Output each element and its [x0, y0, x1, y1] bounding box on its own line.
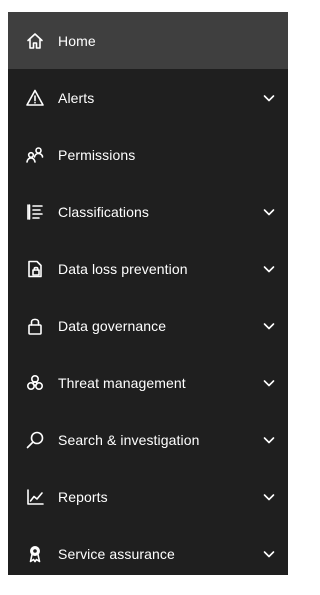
- document-lock-icon: [24, 258, 46, 280]
- nav-item-label: Home: [58, 32, 96, 49]
- nav-item-search-investigation[interactable]: Search & investigation: [8, 411, 288, 468]
- nav-item-label: Classifications: [58, 203, 149, 220]
- nav-item-permissions[interactable]: Permissions: [8, 126, 288, 183]
- lock-icon: [24, 315, 46, 337]
- nav-item-label: Alerts: [58, 89, 95, 106]
- chevron-down-icon[interactable]: [262, 319, 276, 333]
- nav-item-data-loss-prevention[interactable]: Data loss prevention: [8, 240, 288, 297]
- ribbon-icon: [24, 543, 46, 565]
- nav-item-label: Service assurance: [58, 545, 175, 562]
- nav-item-label: Reports: [58, 488, 108, 505]
- nav-item-threat-management[interactable]: Threat management: [8, 354, 288, 411]
- search-icon: [24, 429, 46, 451]
- nav-item-reports[interactable]: Reports: [8, 468, 288, 525]
- people-icon: [24, 144, 46, 166]
- biohazard-icon: [24, 372, 46, 394]
- nav-item-home[interactable]: Home: [8, 12, 288, 69]
- chart-icon: [24, 486, 46, 508]
- chevron-down-icon[interactable]: [262, 490, 276, 504]
- home-icon: [24, 30, 46, 52]
- nav-item-label: Threat management: [58, 374, 186, 391]
- nav-item-label: Search & investigation: [58, 431, 200, 448]
- left-navigation: Home Alerts Permissions Classifications …: [8, 12, 288, 575]
- nav-item-label: Data loss prevention: [58, 260, 188, 277]
- list-icon: [24, 201, 46, 223]
- nav-item-classifications[interactable]: Classifications: [8, 183, 288, 240]
- chevron-down-icon[interactable]: [262, 205, 276, 219]
- nav-item-label: Data governance: [58, 317, 167, 334]
- nav-item-alerts[interactable]: Alerts: [8, 69, 288, 126]
- chevron-down-icon[interactable]: [262, 433, 276, 447]
- chevron-down-icon[interactable]: [262, 91, 276, 105]
- chevron-down-icon[interactable]: [262, 262, 276, 276]
- nav-item-data-governance[interactable]: Data governance: [8, 297, 288, 354]
- nav-item-label: Permissions: [58, 146, 136, 163]
- warning-icon: [24, 87, 46, 109]
- nav-item-service-assurance[interactable]: Service assurance: [8, 525, 288, 582]
- chevron-down-icon[interactable]: [262, 376, 276, 390]
- chevron-down-icon[interactable]: [262, 547, 276, 561]
